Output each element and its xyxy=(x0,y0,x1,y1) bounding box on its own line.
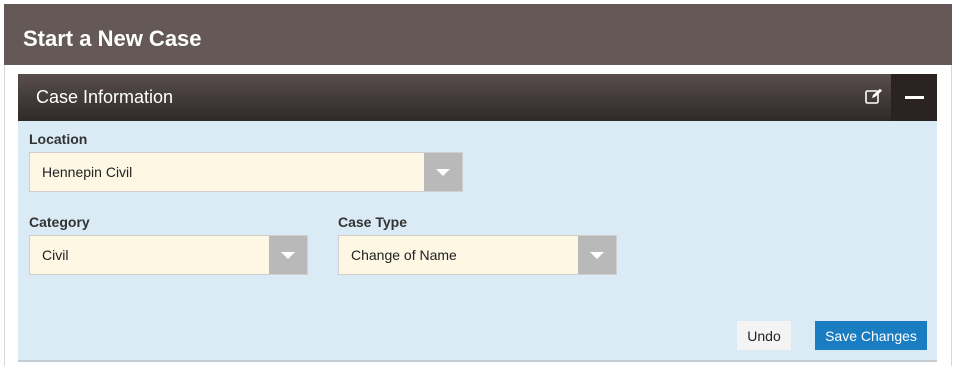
location-value: Hennepin Civil xyxy=(42,164,133,180)
edit-button[interactable] xyxy=(861,84,887,108)
save-changes-button[interactable]: Save Changes xyxy=(815,321,927,350)
page-title: Start a New Case xyxy=(23,26,202,51)
chevron-down-icon xyxy=(436,168,450,176)
location-dropdown-toggle[interactable] xyxy=(424,153,462,191)
undo-button[interactable]: Undo xyxy=(737,321,791,350)
panel-title: Case Information xyxy=(36,87,174,107)
location-label: Location xyxy=(29,131,88,147)
category-select[interactable]: Civil xyxy=(29,235,308,275)
case-type-select[interactable]: Change of Name xyxy=(338,235,617,275)
chevron-down-icon xyxy=(281,251,295,259)
case-type-value: Change of Name xyxy=(351,247,457,263)
case-information-panel: Case Information Location Hennepin Civil… xyxy=(18,74,937,362)
edit-icon xyxy=(865,88,882,104)
case-type-label: Case Type xyxy=(338,214,407,230)
category-label: Category xyxy=(29,214,90,230)
page-header: Start a New Case xyxy=(4,4,952,65)
panel-header: Case Information xyxy=(18,74,937,121)
category-value: Civil xyxy=(42,247,69,263)
category-dropdown-toggle[interactable] xyxy=(269,236,307,274)
chevron-down-icon xyxy=(590,251,604,259)
location-select[interactable]: Hennepin Civil xyxy=(29,152,463,192)
case-type-dropdown-toggle[interactable] xyxy=(578,236,616,274)
collapse-button[interactable] xyxy=(891,74,937,121)
panel-body: Location Hennepin Civil Category Civil C… xyxy=(18,121,937,362)
minus-icon xyxy=(904,96,924,99)
